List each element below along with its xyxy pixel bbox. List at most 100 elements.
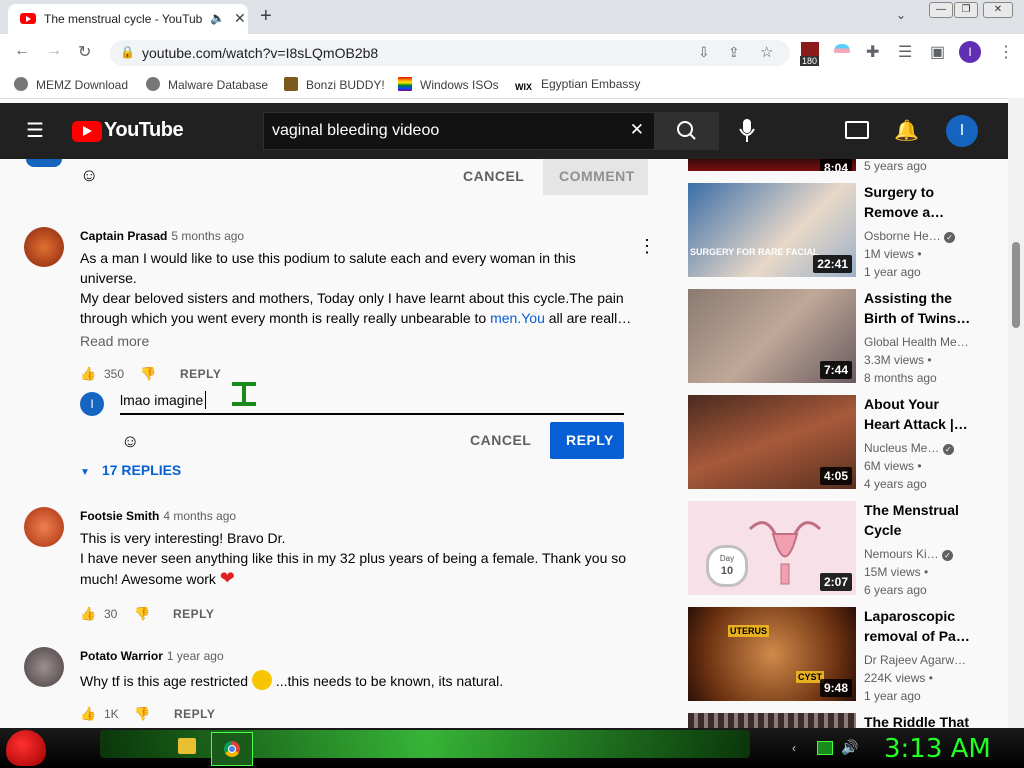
profile-avatar[interactable]: I [959,41,981,63]
search-input[interactable] [270,121,624,141]
reply-submit-button[interactable]: REPLY [550,422,624,459]
men-link[interactable]: men.You [490,310,545,326]
reply-button[interactable]: REPLY [173,607,214,621]
top-cancel-button[interactable]: CANCEL [463,168,524,184]
video-title[interactable]: About Your Heart Attack |… [864,394,1004,434]
close-window-button[interactable]: ✕ [983,2,1013,18]
comment-options-icon[interactable]: ⋮ [638,236,656,257]
video-title[interactable]: Assisting the Birth of Twins… [864,288,1004,328]
like-icon[interactable]: 👍 [80,606,96,622]
video-thumbnail[interactable]: SURGERY FOR RARE FACIAL 22:41 [688,183,856,277]
comment-author[interactable]: Captain Prasad 5 months ago [80,229,244,243]
like-icon[interactable]: 👍 [80,706,96,722]
start-button-angry-bird-icon[interactable] [6,730,46,766]
forward-icon[interactable]: → [46,42,62,60]
network-icon[interactable] [817,741,833,755]
video-channel[interactable]: Global Health Me… [864,335,969,349]
video-thumbnail[interactable]: 7:44 [688,289,856,383]
footsie-smith-avatar[interactable] [24,507,64,547]
like-icon[interactable]: 👍 [80,366,96,382]
install-icon[interactable]: ⇩ [698,44,710,61]
comment-time[interactable]: 1 year ago [167,649,224,663]
reply-cancel-button[interactable]: CANCEL [470,432,531,448]
microphone-icon[interactable] [737,117,757,150]
share-icon[interactable]: ⇪ [728,44,740,61]
bookmark-malware-database[interactable]: Malware Database [146,77,268,92]
reply-input[interactable]: lmao imagine [120,392,203,408]
taskbar-clock[interactable]: 3:13 AM [884,734,991,764]
dislike-icon[interactable]: 👎 [134,706,150,722]
video-channel[interactable]: Dr Rajeev Agarw… [864,653,966,667]
dislike-icon[interactable]: 👎 [140,366,156,382]
lock-icon[interactable]: 🔒 [120,45,135,59]
tab-close-icon[interactable]: ✕ [234,10,246,27]
video-thumbnail[interactable]: 4:05 [688,395,856,489]
side-panel-icon[interactable]: ▣ [930,42,945,62]
scrollbar-thumb[interactable] [1012,242,1020,328]
video-title[interactable]: Surgery to Remove a… [864,182,1004,222]
video-duration: 7:44 [819,361,852,379]
media-control-icon[interactable]: ☰ [898,42,912,62]
speaker-icon[interactable]: 🔈 [210,11,225,25]
youtube-logo-text[interactable]: YouTube [104,119,184,142]
address-bar[interactable]: 🔒 youtube.com/watch?v=I8sLQmOB2b8 ⇩ ⇪ ☆ [110,40,790,66]
video-channel[interactable]: Nemours Ki… ✓ [864,547,954,561]
account-avatar[interactable]: I [946,115,978,147]
video-thumbnail[interactable]: 8:04 [688,159,856,171]
comment-button[interactable]: COMMENT [543,159,648,195]
captain-prasad-avatar[interactable] [24,227,64,267]
page-scrollbar[interactable] [1008,98,1024,728]
video-title[interactable]: Laparoscopic removal of Pa… [864,606,1004,646]
bookmark-memz[interactable]: MEMZ Download [14,77,128,92]
comment-author[interactable]: Footsie Smith 4 months ago [80,509,236,523]
new-tab-button[interactable]: + [260,5,272,28]
bookmark-star-icon[interactable]: ☆ [760,43,773,61]
file-explorer-icon[interactable] [178,738,196,754]
volume-icon[interactable]: 🔊 [841,739,858,756]
extension-flag-icon[interactable] [834,44,850,58]
maximize-button[interactable]: ❐ [954,2,978,18]
bookmark-egyptian-embassy[interactable]: WIX Egyptian Embassy [515,77,640,96]
comment-author[interactable]: Potato Warrior 1 year ago [80,649,224,663]
chrome-taskbar-button[interactable] [211,732,253,766]
read-more-link[interactable]: Read more [80,333,149,349]
view-replies-toggle[interactable]: ▼ 17 REPLIES [80,462,181,478]
reply-button[interactable]: REPLY [174,707,215,721]
video-views: 1M views • [864,247,922,261]
search-button[interactable] [655,112,719,150]
reply-button[interactable]: REPLY [180,367,221,381]
video-thumbnail[interactable]: Day 10 2:07 [688,501,856,595]
dislike-icon[interactable]: 👎 [134,606,150,622]
video-channel[interactable]: Nucleus Me… ✓ [864,441,954,455]
browser-tab[interactable]: The menstrual cycle - YouTub 🔈 ✕ [8,4,248,34]
comment-time[interactable]: 4 months ago [163,509,236,523]
minimize-button[interactable]: — [929,2,953,18]
video-title[interactable]: The Riddle That [864,712,1004,728]
reply-emoji-icon[interactable]: ☺ [121,431,139,452]
emoji-picker-icon[interactable]: ☺ [80,165,98,186]
notifications-bell-icon[interactable]: 🔔 [894,118,919,143]
comment-time[interactable]: 5 months ago [171,229,244,243]
video-channel[interactable]: Osborne He… ✓ [864,229,956,243]
video-title[interactable]: The Menstrual Cycle [864,500,1004,540]
extensions-puzzle-icon[interactable]: ✚ [866,42,879,62]
extension-building-icon[interactable] [801,42,819,56]
clear-search-icon[interactable]: ✕ [630,120,644,140]
bookmark-bonzi-buddy[interactable]: Bonzi BUDDY! [284,77,385,92]
video-thumbnail[interactable]: UTERUS CYST 9:48 [688,607,856,701]
kebab-menu-icon[interactable]: ⋮ [998,42,1014,62]
hamburger-menu-icon[interactable]: ☰ [26,118,44,143]
search-box[interactable]: ✕ [263,112,655,150]
youtube-logo-icon[interactable] [72,121,102,142]
comment-button-label: COMMENT [559,168,635,184]
tray-expand-icon[interactable]: ‹ [792,741,796,755]
back-icon[interactable]: ← [14,42,30,60]
tab-search-chevron-icon[interactable]: ⌄ [896,8,906,22]
potato-warrior-avatar[interactable] [24,647,64,687]
video-thumbnail[interactable] [688,713,856,728]
bonzi-icon [284,77,298,91]
bookmark-windows-isos[interactable]: Windows ISOs [398,77,499,92]
create-video-icon[interactable] [845,121,869,139]
reload-icon[interactable]: ↻ [78,42,91,62]
top-composer-avatar [26,159,62,167]
